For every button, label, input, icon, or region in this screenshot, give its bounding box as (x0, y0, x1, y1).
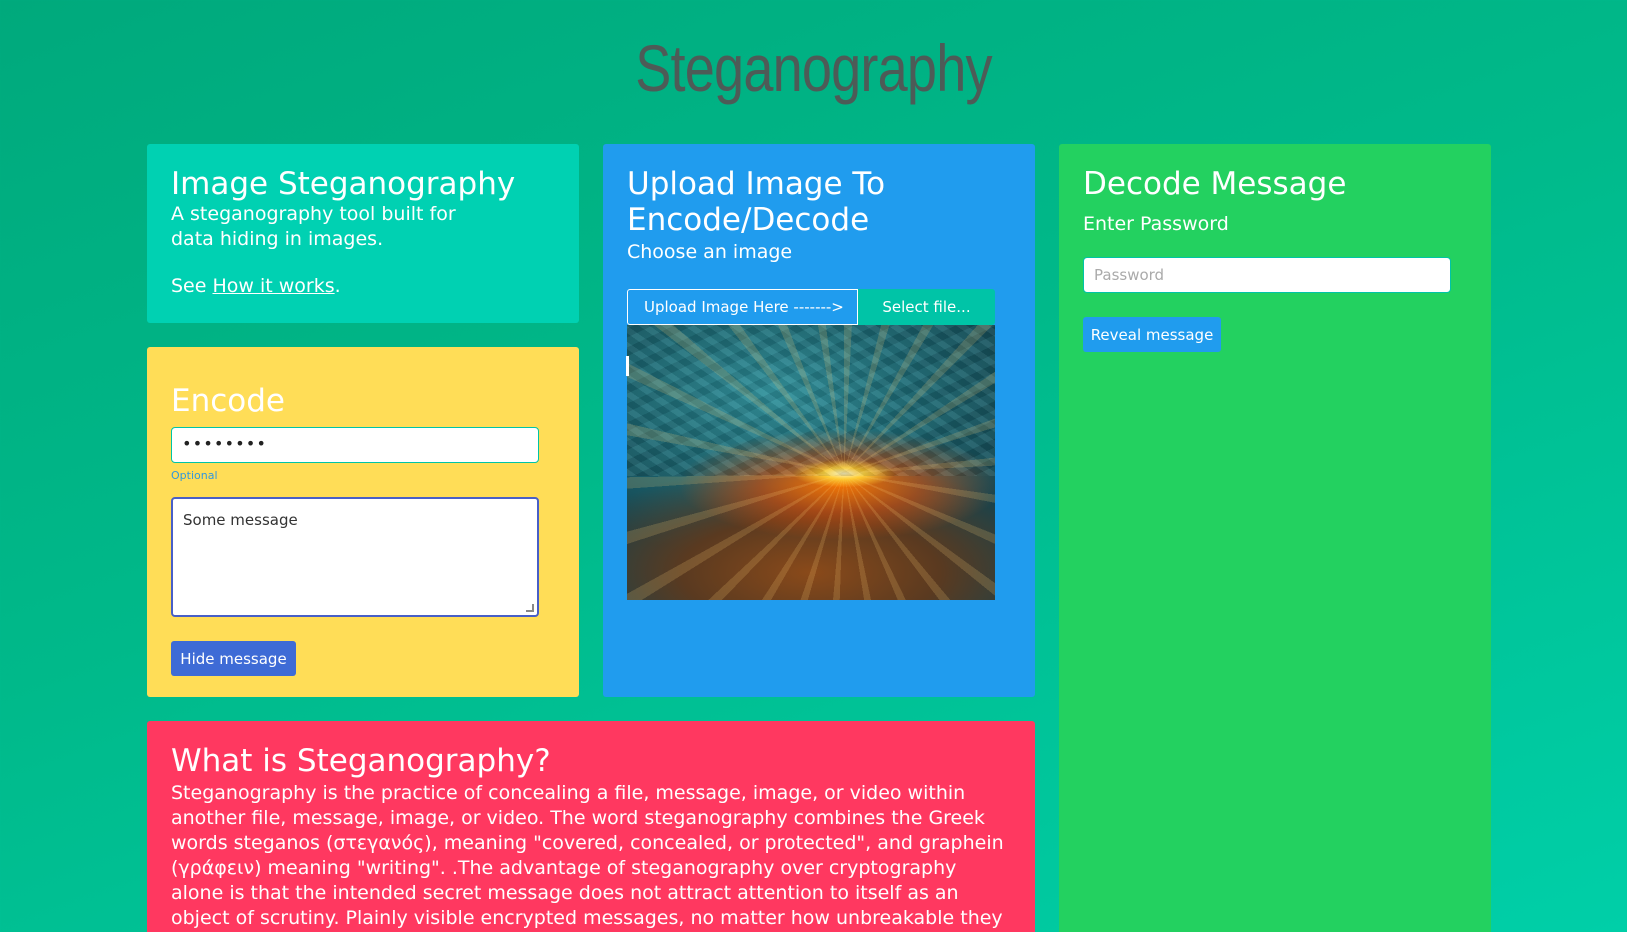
intro-title: Image Steganography (171, 166, 516, 202)
intro-see-line: See How it works. (171, 274, 555, 299)
hide-message-button[interactable]: Hide message (171, 641, 296, 676)
upload-image-label[interactable]: Upload Image Here -------> (627, 289, 858, 325)
message-textarea[interactable]: Some message (171, 497, 539, 617)
reveal-message-button[interactable]: Reveal message (1083, 317, 1221, 352)
optional-help-text: Optional (171, 469, 218, 482)
text-cursor (626, 356, 629, 376)
message-text: Some message (183, 511, 298, 529)
encode-password-input[interactable]: •••••••• (171, 427, 539, 463)
how-it-works-link[interactable]: How it works (212, 275, 334, 297)
decode-title: Decode Message (1083, 166, 1347, 202)
decode-password-input[interactable]: Password (1083, 257, 1451, 293)
uploaded-image-preview (627, 325, 995, 600)
upload-card: Upload Image To Encode/Decode Choose an … (603, 144, 1035, 697)
what-is-body: Steganography is the practice of conceal… (171, 782, 1004, 929)
what-is-title: What is Steganography? (171, 743, 551, 779)
resize-handle-icon[interactable] (526, 604, 534, 612)
see-suffix: . (334, 275, 341, 297)
see-prefix: See (171, 275, 213, 297)
what-is-card: What is Steganography? Steganography is … (147, 721, 1035, 932)
file-upload-control[interactable]: Upload Image Here -------> Select file..… (627, 289, 995, 325)
page-title: Steganography (635, 31, 992, 105)
decode-card: Decode Message Enter Password Password R… (1059, 144, 1491, 932)
upload-subtitle: Choose an image (627, 241, 793, 263)
upload-title: Upload Image To Encode/Decode (627, 166, 886, 238)
select-file-button[interactable]: Select file... (858, 289, 995, 325)
encode-card: Encode •••••••• Optional Some message Hi… (147, 347, 579, 697)
encode-title: Encode (171, 383, 285, 419)
enter-password-label: Enter Password (1083, 213, 1229, 235)
intro-subtitle: A steganography tool built for data hidi… (171, 203, 456, 250)
intro-card: Image Steganography A steganography tool… (147, 144, 579, 323)
